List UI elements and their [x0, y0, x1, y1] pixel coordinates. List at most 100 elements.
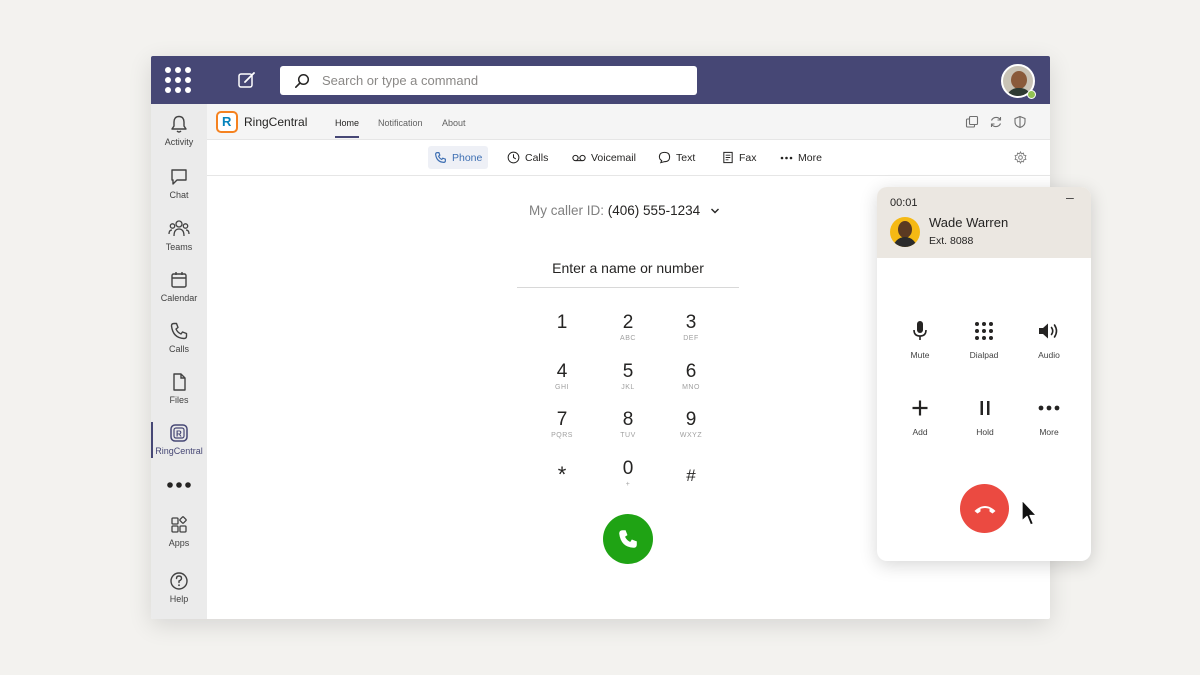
- bell-icon: [171, 115, 187, 133]
- rail-item-calls[interactable]: Calls: [151, 321, 207, 371]
- contact-name: Wade Warren: [929, 215, 1009, 230]
- subnav-text[interactable]: Text: [652, 146, 701, 169]
- dialpad-key-hash[interactable]: #: [666, 465, 716, 507]
- subnav-label: More: [798, 151, 822, 164]
- rail-item-files[interactable]: Files: [151, 372, 207, 422]
- teams-icon: [168, 220, 190, 237]
- app-launcher-icon[interactable]: [165, 67, 193, 95]
- rail-item-calendar[interactable]: Calendar: [151, 270, 207, 320]
- hang-up-button[interactable]: [960, 484, 1009, 533]
- caller-id-selector[interactable]: My caller ID: (406) 555-1234: [529, 203, 720, 218]
- tab-active-underline: [335, 136, 359, 138]
- rail-item-more[interactable]: [151, 480, 207, 504]
- phone-icon: [619, 530, 637, 548]
- active-call-panel: 00:01 – Wade Warren Ext. 8088 Mute Dialp…: [877, 187, 1091, 561]
- dialpad-key-8[interactable]: 8 TUV: [603, 409, 653, 451]
- ringcentral-logo-icon: R: [216, 111, 238, 133]
- shield-icon[interactable]: [1013, 115, 1027, 129]
- minimize-button[interactable]: –: [1066, 189, 1074, 205]
- dialpad-button[interactable]: Dialpad: [959, 318, 1009, 368]
- dialpad-key-3[interactable]: 3 DEF: [666, 312, 716, 354]
- rail-label: Teams: [165, 242, 193, 252]
- rail-item-teams[interactable]: Teams: [151, 219, 207, 269]
- caller-id-number: (406) 555-1234: [607, 203, 701, 218]
- compose-icon[interactable]: [237, 70, 259, 92]
- app-name: RingCentral: [244, 115, 308, 129]
- subnav-label: Phone: [452, 151, 483, 164]
- rail-label: Help: [169, 594, 189, 604]
- tab-home[interactable]: Home: [335, 118, 359, 128]
- file-icon: [173, 373, 186, 391]
- tab-about[interactable]: About: [442, 118, 466, 128]
- dialpad-key-9[interactable]: 9 WXYZ: [666, 409, 716, 451]
- more-icon: [167, 482, 191, 488]
- ringcentral-icon: R: [170, 424, 188, 442]
- mouse-cursor-icon: [1021, 499, 1038, 526]
- tab-notification[interactable]: Notification: [378, 118, 423, 128]
- call-button[interactable]: [603, 514, 653, 564]
- calendar-icon: [171, 272, 187, 288]
- subnav-label: Fax: [739, 151, 757, 164]
- text-bubble-icon: [658, 151, 671, 164]
- add-call-button[interactable]: Add: [895, 395, 945, 445]
- dialpad-key-5[interactable]: 5 JKL: [603, 361, 653, 403]
- rail-label: Calendar: [160, 293, 198, 303]
- app-header: R RingCentral Home Notification About: [207, 104, 1050, 140]
- hold-button[interactable]: Hold: [960, 395, 1010, 445]
- search-input[interactable]: [322, 73, 682, 88]
- rail-item-activity[interactable]: Activity: [151, 114, 207, 164]
- dialpad-key-star[interactable]: *: [537, 464, 587, 506]
- chevron-down-icon: [710, 208, 719, 214]
- dialpad-key-7[interactable]: 7 PQRS: [537, 409, 587, 451]
- rail-label: Activity: [164, 137, 194, 147]
- subnav-more[interactable]: More: [774, 146, 828, 169]
- dialpad-key-6[interactable]: 6 MNO: [666, 361, 716, 403]
- subnav-fax[interactable]: Fax: [716, 146, 763, 169]
- rail-label: Calls: [168, 344, 189, 354]
- dialpad-key-2[interactable]: 2 ABC: [603, 312, 653, 354]
- rail-label: RingCentral: [155, 446, 203, 456]
- rail-item-ringcentral[interactable]: R RingCentral: [151, 423, 207, 473]
- plus-icon: [912, 400, 928, 416]
- more-options-button[interactable]: More: [1024, 395, 1074, 445]
- phone-icon: [435, 152, 446, 163]
- rail-item-help[interactable]: Help: [151, 571, 207, 619]
- ellipsis-icon: [1038, 405, 1060, 411]
- subnav-phone[interactable]: Phone: [428, 146, 489, 169]
- subnav-label: Text: [676, 151, 696, 164]
- mute-button[interactable]: Mute: [895, 318, 945, 368]
- ellipsis-icon: [780, 156, 793, 159]
- speaker-icon: [1039, 323, 1058, 339]
- call-timer: 00:01: [890, 197, 918, 209]
- subnav-calls[interactable]: Calls: [501, 146, 554, 169]
- rail-label: Apps: [168, 538, 190, 548]
- dialpad-key-1[interactable]: 1: [537, 312, 587, 354]
- dial-number-input[interactable]: [517, 248, 739, 288]
- subnav-label: Calls: [525, 151, 549, 164]
- voicemail-icon: [572, 154, 586, 161]
- dialpad-key-4[interactable]: 4 GHI: [537, 361, 587, 403]
- svg-text:R: R: [176, 430, 182, 439]
- dialpad-key-0[interactable]: 0 +: [603, 458, 653, 500]
- call-panel-header: 00:01 – Wade Warren Ext. 8088: [877, 187, 1091, 258]
- subnav-voicemail[interactable]: Voicemail: [566, 146, 642, 169]
- audio-button[interactable]: Audio: [1024, 318, 1074, 368]
- search-box[interactable]: [280, 66, 697, 95]
- settings-gear-icon[interactable]: [1014, 150, 1028, 165]
- rail-item-apps[interactable]: Apps: [151, 515, 207, 565]
- caller-id-label: My caller ID:: [529, 203, 605, 218]
- top-bar: [151, 56, 1050, 104]
- contact-extension: Ext. 8088: [929, 235, 974, 247]
- left-rail: Activity Chat Teams Calendar Calls Files…: [151, 104, 207, 619]
- hang-up-phone-icon: [974, 505, 995, 513]
- pause-icon: [980, 401, 990, 415]
- refresh-icon[interactable]: [989, 115, 1003, 129]
- contact-avatar: [890, 217, 920, 247]
- rail-item-chat[interactable]: Chat: [151, 167, 207, 217]
- microphone-icon: [913, 321, 927, 340]
- popout-icon[interactable]: [965, 115, 979, 129]
- fax-icon: [723, 151, 733, 164]
- clock-icon: [507, 151, 520, 164]
- chat-icon: [171, 169, 187, 185]
- rail-label: Chat: [169, 190, 189, 200]
